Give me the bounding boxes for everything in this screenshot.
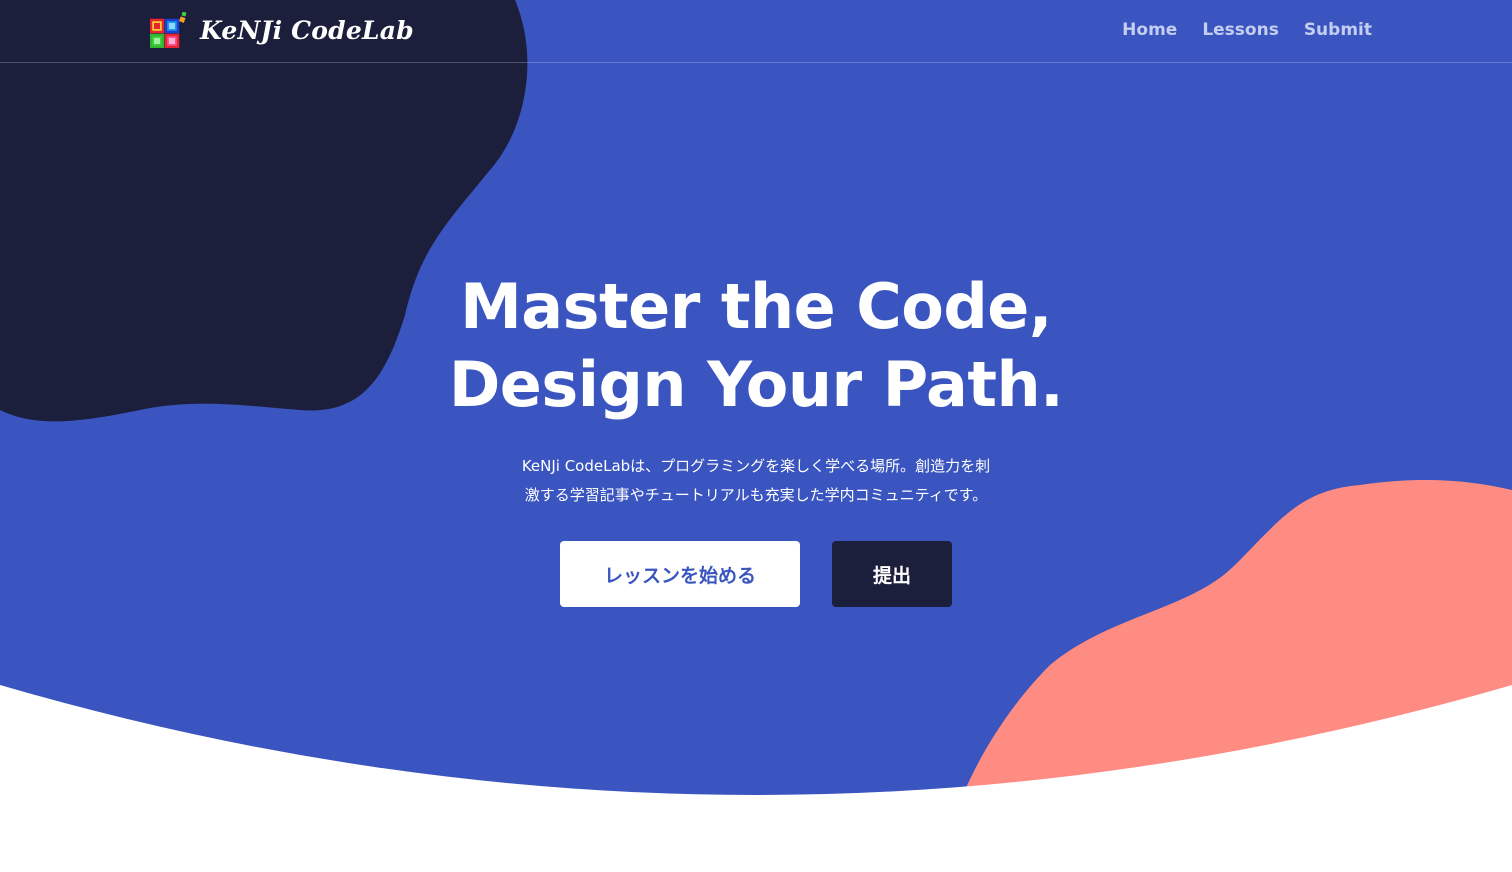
hero-subtitle-line-1: KeNJi CodeLabは、プログラミングを楽しく学べる場所。創造力を刺 — [521, 457, 991, 475]
nav-home-link[interactable]: Home — [1122, 20, 1177, 40]
colorful-squares-logo-icon — [150, 12, 187, 48]
main-nav: Home Lessons Submit — [1122, 20, 1372, 40]
start-lessons-button[interactable]: レッスンを始める — [560, 541, 800, 607]
brand-name: KeNJi CodeLab — [200, 15, 414, 45]
hero-headline-line-1: Master the Code, — [460, 270, 1052, 343]
brand-link[interactable]: KeNJi CodeLab — [150, 12, 414, 48]
nav-submit-link[interactable]: Submit — [1304, 20, 1372, 40]
hero-subtitle: KeNJi CodeLabは、プログラミングを楽しく学べる場所。創造力を刺 激す… — [456, 452, 1056, 510]
hero-section: KeNJi CodeLab Home Lessons Submit Master… — [0, 0, 1512, 872]
hero-headline-line-2: Design Your Path. — [448, 348, 1064, 421]
submit-button[interactable]: 提出 — [832, 541, 952, 607]
hero-headline: Master the Code, Design Your Path. — [356, 268, 1156, 424]
nav-lessons-link[interactable]: Lessons — [1202, 20, 1279, 40]
hero-background — [0, 0, 1512, 872]
top-navbar: KeNJi CodeLab Home Lessons Submit — [0, 0, 1512, 63]
hero-subtitle-line-2: 激する学習記事やチュートリアルも充実した学内コミュニティです。 — [524, 486, 988, 504]
